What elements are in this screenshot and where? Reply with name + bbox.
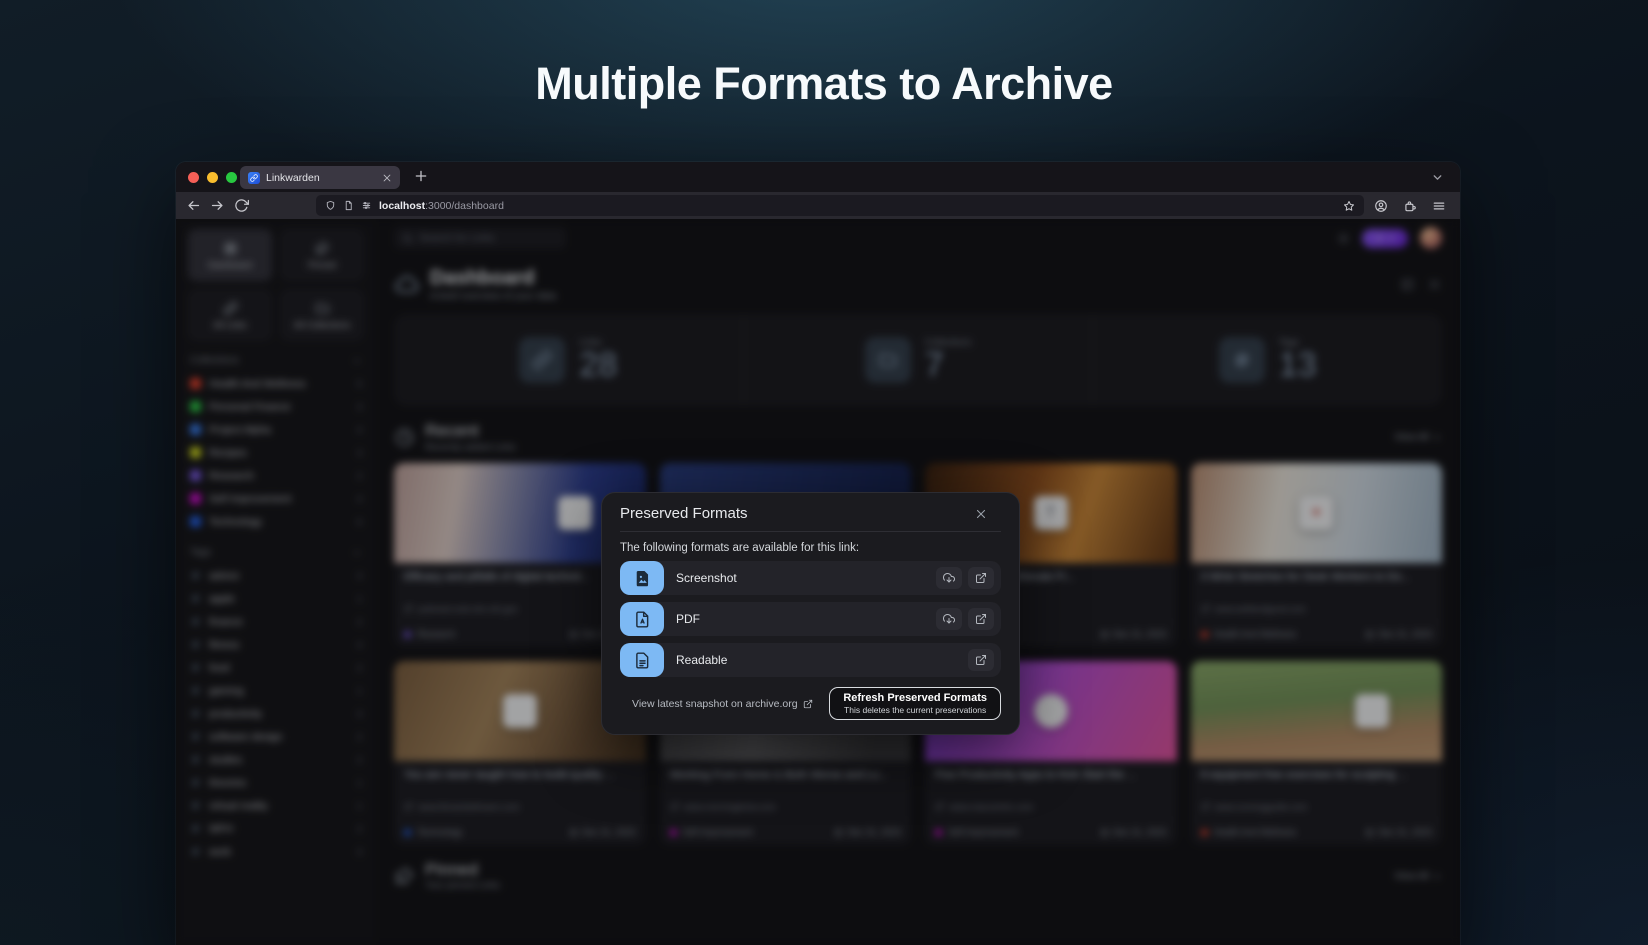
preserved-formats-modal: Preserved Formats The following formats … xyxy=(601,492,1020,735)
hero-title: Multiple Formats to Archive xyxy=(0,58,1648,110)
open-button[interactable] xyxy=(968,567,994,589)
page: Multiple Formats to Archive Linkwarden xyxy=(0,0,1648,945)
format-label: Screenshot xyxy=(676,571,737,585)
maximize-window-button[interactable] xyxy=(226,172,237,183)
format-row-screenshot: Screenshot xyxy=(620,561,1001,595)
browser-window: Linkwarden localhost:3000/dashboard xyxy=(176,162,1460,945)
archive-org-link[interactable]: View latest snapshot on archive.org xyxy=(632,698,813,710)
app-menu-icon[interactable] xyxy=(1432,199,1446,213)
cloud-download-icon xyxy=(943,613,955,625)
address-bar[interactable]: localhost:3000/dashboard xyxy=(316,195,1364,216)
pdf-file-icon xyxy=(620,602,664,636)
traffic-lights xyxy=(188,172,237,183)
modal-title: Preserved Formats xyxy=(620,505,748,522)
permissions-icon[interactable] xyxy=(361,200,372,211)
browser-tabstrip: Linkwarden xyxy=(176,162,1460,192)
format-label: PDF xyxy=(676,612,700,626)
close-window-button[interactable] xyxy=(188,172,199,183)
tab-favicon xyxy=(248,172,260,184)
image-file-icon xyxy=(620,561,664,595)
divider xyxy=(620,531,1001,532)
tab-close-icon[interactable] xyxy=(382,173,392,183)
minimize-window-button[interactable] xyxy=(207,172,218,183)
bookmark-star-icon[interactable] xyxy=(1343,200,1355,212)
refresh-button-subtitle: This deletes the current preservations xyxy=(843,705,987,715)
cloud-download-icon xyxy=(943,572,955,584)
tab-list-chevron-icon[interactable] xyxy=(1431,171,1444,184)
forward-button[interactable] xyxy=(210,198,225,213)
download-button[interactable] xyxy=(936,567,962,589)
reload-button[interactable] xyxy=(234,198,249,213)
refresh-button-title: Refresh Preserved Formats xyxy=(843,692,987,704)
readable-file-icon xyxy=(620,643,664,677)
back-button[interactable] xyxy=(186,198,201,213)
format-row-pdf: PDF xyxy=(620,602,1001,636)
url-path: :3000/dashboard xyxy=(425,200,504,212)
external-link-icon xyxy=(975,572,987,584)
external-link-icon xyxy=(975,654,987,666)
page-info-icon[interactable] xyxy=(343,200,354,211)
url-text: localhost:3000/dashboard xyxy=(379,200,504,212)
extensions-icon[interactable] xyxy=(1403,199,1417,213)
refresh-preserved-formats-button[interactable]: Refresh Preserved Formats This deletes t… xyxy=(829,687,1001,720)
open-button[interactable] xyxy=(968,649,994,671)
format-row-readable: Readable xyxy=(620,643,1001,677)
open-button[interactable] xyxy=(968,608,994,630)
account-icon[interactable] xyxy=(1374,199,1388,213)
close-icon[interactable] xyxy=(975,508,987,520)
external-link-icon xyxy=(803,699,813,709)
external-link-icon xyxy=(975,613,987,625)
new-tab-button[interactable] xyxy=(414,169,428,183)
browser-tab[interactable]: Linkwarden xyxy=(240,166,400,189)
toolbar-right-icons xyxy=(1374,199,1446,213)
shield-icon[interactable] xyxy=(325,200,336,211)
tab-title: Linkwarden xyxy=(266,172,320,184)
format-label: Readable xyxy=(676,653,727,667)
browser-toolbar: localhost:3000/dashboard xyxy=(176,192,1460,219)
download-button[interactable] xyxy=(936,608,962,630)
modal-description: The following formats are available for … xyxy=(620,542,1001,554)
url-host: localhost xyxy=(379,200,425,212)
